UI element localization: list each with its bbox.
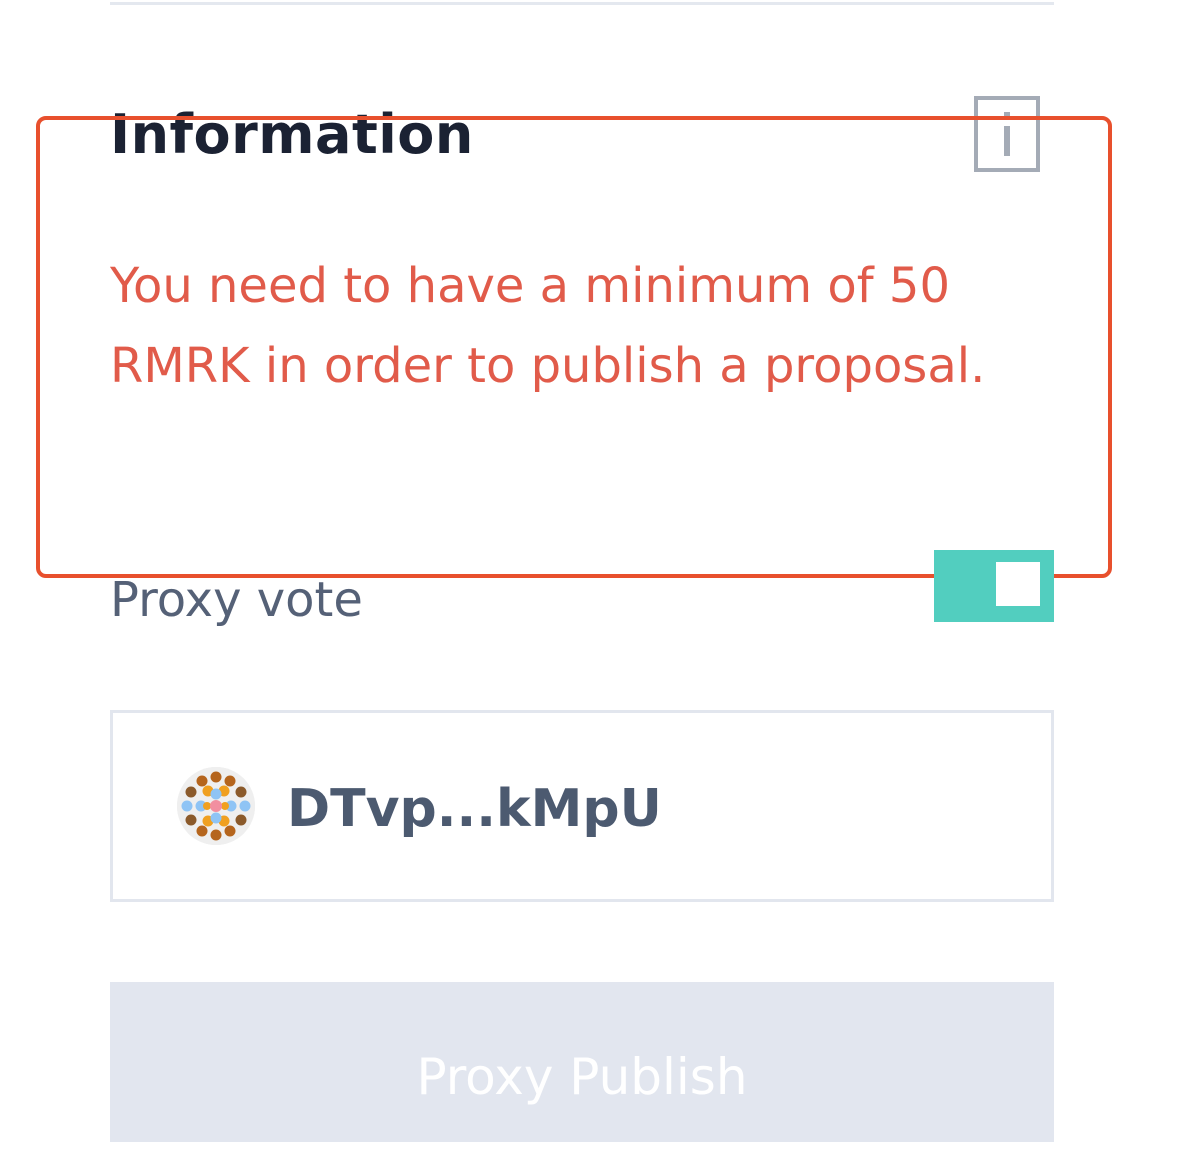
info-icon-bar [1004,126,1010,156]
proxy-account-selector[interactable]: DTvp...kMpU [110,710,1054,902]
proxy-account-address: DTvp...kMpU [287,779,662,839]
info-icon [974,96,1040,172]
info-icon-dot [1004,112,1010,118]
minimum-balance-warning: You need to have a minimum of 50 RMRK in… [110,258,986,394]
proxy-vote-label: Proxy vote [110,572,363,628]
proxy-publish-button[interactable]: Proxy Publish [110,982,1054,1142]
proxy-vote-toggle[interactable] [934,550,1054,622]
section-divider [110,2,1054,5]
information-heading: Information [110,103,474,166]
toggle-knob [994,560,1042,608]
identicon-avatar [177,767,255,845]
identicon-avatar-graphic [177,767,255,845]
